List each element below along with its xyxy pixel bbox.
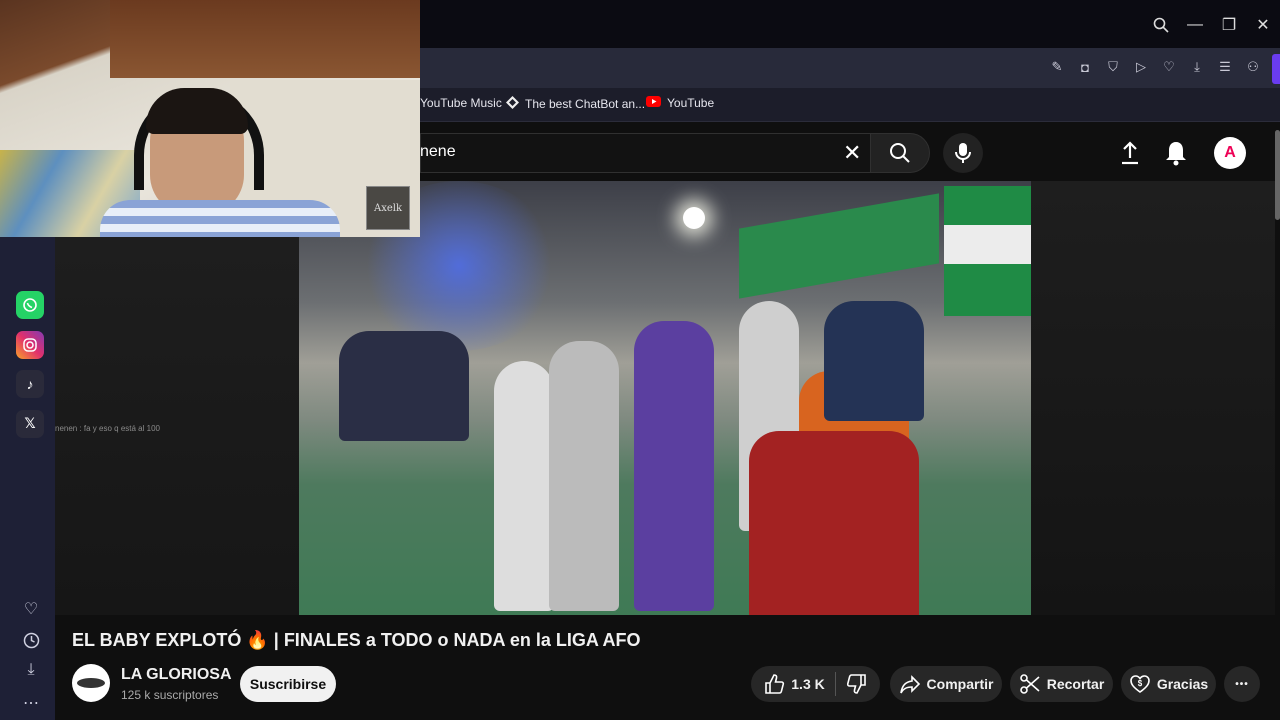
page-scrollbar[interactable]	[1275, 130, 1280, 220]
more-actions-button[interactable]: •••	[1224, 666, 1260, 702]
search-button[interactable]	[870, 133, 930, 173]
chat-overlay-message: nenen : fa y eso q está al 100	[55, 424, 160, 433]
more-options-icon[interactable]: ⋯	[18, 690, 44, 716]
microphone-icon	[955, 143, 971, 163]
search-icon	[890, 143, 910, 163]
like-dislike-group: 1.3 K	[751, 666, 880, 702]
thumbs-up-icon	[765, 674, 785, 694]
channel-name[interactable]: LA GLORIOSA	[121, 666, 232, 684]
bookmark-label: YouTube Music	[420, 96, 502, 110]
channel-avatar[interactable]	[72, 664, 110, 702]
svg-text:$: $	[1138, 679, 1143, 688]
restore-button[interactable]: ❐	[1212, 8, 1246, 42]
bookmark-youtube[interactable]: YouTube	[646, 96, 714, 110]
subscriber-count: 125 k suscriptores	[121, 688, 219, 702]
share-button[interactable]: Compartir	[890, 666, 1002, 702]
clip-button[interactable]: Recortar	[1010, 666, 1113, 702]
super-thanks-heart-icon: $	[1130, 675, 1150, 693]
x-twitter-icon[interactable]: 𝕏	[16, 410, 44, 438]
subscribe-button[interactable]: Suscribirse	[240, 666, 336, 702]
download-icon[interactable]: ⤓	[1188, 58, 1206, 76]
window-controls: — ❐ ✕	[1144, 8, 1280, 42]
streamer-logo: Axelk	[366, 186, 410, 230]
scissors-icon	[1019, 674, 1040, 694]
dislike-button[interactable]	[846, 673, 868, 695]
heart-icon[interactable]: ♡	[1160, 58, 1178, 76]
video-frame[interactable]	[299, 181, 1031, 615]
share-label: Compartir	[926, 676, 994, 692]
upload-icon[interactable]	[1115, 138, 1145, 168]
chatbot-icon	[506, 96, 519, 112]
menu-icon[interactable]: ☰	[1216, 58, 1234, 76]
clear-search-icon[interactable]: ✕	[843, 140, 861, 166]
search-icon[interactable]	[1144, 8, 1178, 42]
bookmark-label: The best ChatBot an...	[525, 97, 646, 111]
close-button[interactable]: ✕	[1246, 8, 1280, 42]
minimize-button[interactable]: —	[1178, 8, 1212, 42]
thanks-label: Gracias	[1156, 676, 1209, 692]
thumbs-down-icon	[846, 674, 866, 694]
tiktok-icon[interactable]: ♪	[16, 370, 44, 398]
account-avatar[interactable]: A	[1214, 137, 1246, 169]
search-input-value: nene	[420, 143, 456, 160]
instagram-icon[interactable]	[16, 331, 44, 359]
history-clock-icon[interactable]	[18, 627, 44, 653]
search-input[interactable]	[420, 133, 870, 173]
camera-icon[interactable]: ◘	[1076, 58, 1094, 76]
video-title: EL BABY EXPLOTÓ 🔥 | FINALES a TODO o NAD…	[72, 630, 641, 650]
bookmark-chatbot[interactable]: The best ChatBot an...	[506, 96, 645, 112]
downloads-icon[interactable]: ⤓	[18, 657, 44, 683]
like-count: 1.3 K	[791, 676, 825, 692]
share-icon	[899, 675, 920, 694]
like-divider	[834, 672, 836, 696]
edit-icon[interactable]: ✎	[1048, 58, 1066, 76]
whatsapp-icon[interactable]	[16, 291, 44, 319]
notifications-bell-icon[interactable]	[1161, 138, 1191, 168]
voice-search-button[interactable]	[943, 133, 983, 173]
player-pillarbox-right	[1031, 181, 1275, 615]
shield-icon[interactable]: ⛉	[1104, 58, 1122, 76]
heart-icon[interactable]: ♡	[18, 596, 44, 622]
play-icon[interactable]: ▷	[1132, 58, 1150, 76]
bookmark-label: YouTube	[667, 96, 715, 110]
thanks-button[interactable]: $ Gracias	[1121, 666, 1216, 702]
youtube-icon	[646, 96, 661, 110]
like-button[interactable]: 1.3 K	[763, 673, 825, 695]
sidebar-toggle-tab[interactable]	[1272, 54, 1280, 84]
bookmark-youtube-music[interactable]: YouTube Music	[420, 96, 502, 110]
more-actions-icon: •••	[1235, 678, 1249, 690]
clip-label: Recortar	[1046, 676, 1105, 692]
webcam-overlay: Axelk	[0, 0, 420, 237]
toolbar-icons: ✎ ◘ ⛉ ▷ ♡ ⤓ ☰ ⚇	[1048, 58, 1262, 76]
profile-icon[interactable]: ⚇	[1244, 58, 1262, 76]
